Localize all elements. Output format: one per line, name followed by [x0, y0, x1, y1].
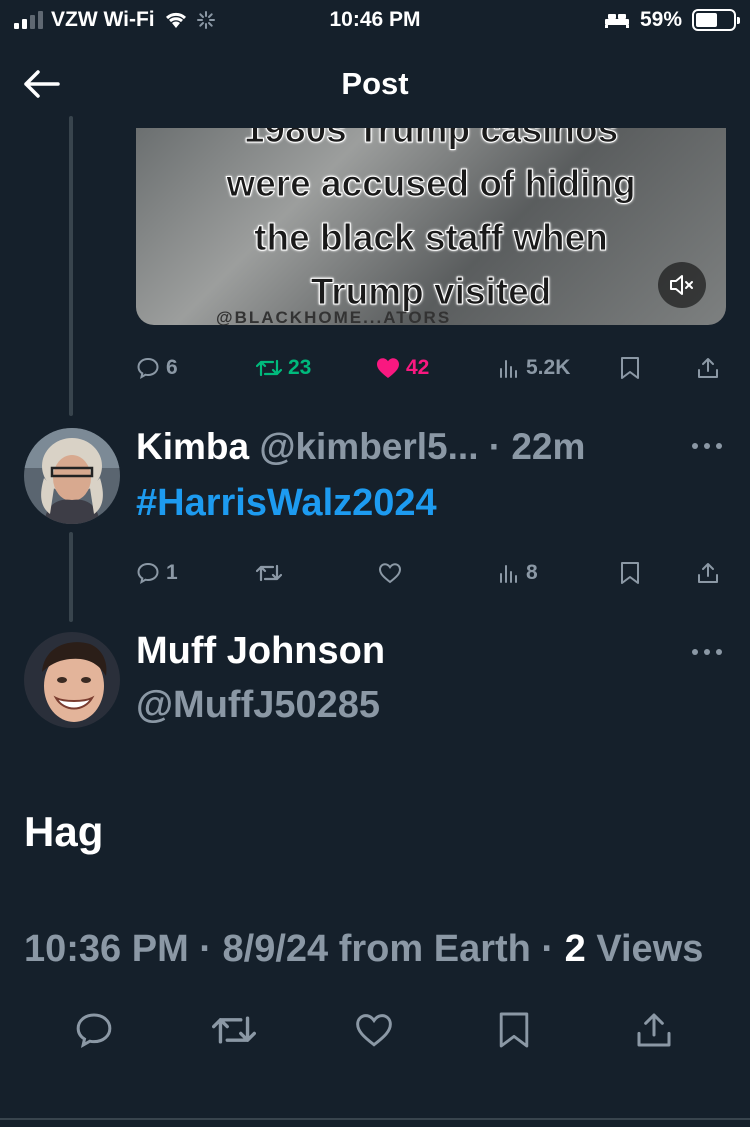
quoted-post-actions: 6 23 42 5.2K — [136, 348, 726, 388]
share-button[interactable] — [696, 356, 720, 380]
like-button[interactable] — [352, 1006, 396, 1054]
divider — [0, 1118, 750, 1120]
views-button[interactable]: 8 — [498, 561, 538, 585]
views-count: 2 — [564, 928, 586, 970]
top-nav: Post — [0, 50, 750, 116]
reply-count: 6 — [166, 356, 178, 379]
battery-percent: 59% — [639, 8, 682, 31]
page-title: Post — [341, 66, 409, 101]
reply-button[interactable]: 6 — [136, 356, 178, 380]
post-timestamp[interactable]: 10:36 PM · 8/9/24 from Earth · — [24, 928, 565, 970]
bookmark-button[interactable] — [492, 1006, 536, 1054]
like-count: 42 — [406, 356, 430, 379]
more-options-button[interactable] — [692, 440, 722, 452]
author-handle[interactable]: @MuffJ50285 — [136, 684, 380, 727]
share-icon — [698, 563, 718, 583]
avatar[interactable] — [24, 428, 120, 524]
author-handle[interactable]: @kimberl5... — [259, 426, 478, 467]
reply-icon — [137, 357, 159, 379]
media-watermark: @BLACKHOME...ATORS — [216, 308, 452, 325]
more-options-button[interactable] — [692, 646, 722, 658]
post-time[interactable]: · 22m — [489, 426, 586, 467]
bed-icon — [604, 14, 629, 28]
hashtag-link[interactable]: #HarrisWalz2024 — [136, 482, 437, 525]
author-name[interactable]: Muff Johnson — [136, 630, 385, 673]
heart-icon — [378, 563, 402, 584]
repost-button[interactable]: 23 — [256, 356, 311, 380]
repost-icon — [256, 564, 282, 582]
reply-count: 1 — [166, 561, 178, 584]
avatar-image — [24, 428, 120, 524]
thread-line — [69, 116, 73, 416]
heart-filled-icon — [377, 358, 399, 378]
views-label: Views — [596, 928, 704, 970]
share-button[interactable] — [696, 561, 720, 585]
repost-button[interactable] — [256, 562, 282, 584]
post-text: Hag — [24, 808, 104, 855]
views-chart-icon — [500, 360, 517, 378]
heart-icon — [356, 1014, 392, 1047]
main-post-actions — [0, 1006, 750, 1056]
bookmark-button[interactable] — [620, 356, 640, 380]
reply-icon — [137, 562, 159, 584]
bookmark-button[interactable] — [620, 561, 640, 585]
reply-button[interactable]: 1 — [136, 561, 178, 585]
speaker-muted-icon — [670, 275, 693, 295]
views-button[interactable]: 5.2K — [498, 356, 570, 380]
thread-line — [69, 532, 73, 622]
like-button[interactable]: 42 — [376, 356, 429, 380]
media-caption-line: the black staff when — [254, 217, 609, 259]
reply-button[interactable] — [72, 1006, 116, 1054]
status-bar: VZW Wi-Fi 10:46 PM 59% — [0, 0, 750, 40]
views-count: 5.2K — [526, 356, 571, 379]
media-caption-line: were accused of hiding — [226, 163, 636, 205]
post-metadata: 10:36 PM · 8/9/24 from Earth · 2 Views — [24, 922, 724, 976]
avatar-image — [24, 632, 120, 728]
status-right: 59% — [604, 8, 740, 32]
repost-button[interactable] — [212, 1006, 256, 1054]
repost-icon — [256, 359, 282, 377]
media-caption-line: 1980s Trump casinos — [243, 128, 619, 151]
share-icon — [698, 358, 718, 378]
avatar[interactable] — [24, 632, 120, 728]
share-button[interactable] — [632, 1006, 676, 1054]
video-media[interactable]: 1980s Trump casinos were accused of hidi… — [136, 128, 726, 325]
views-chart-icon — [500, 565, 517, 583]
reply-icon — [76, 1013, 112, 1048]
bookmark-icon — [621, 357, 639, 379]
reply-post-actions: 1 8 — [136, 553, 726, 593]
battery-icon — [692, 9, 740, 31]
repost-icon — [212, 1016, 256, 1044]
repost-count: 23 — [288, 356, 312, 379]
bookmark-icon — [499, 1012, 529, 1048]
reply-post-header: Kimba @kimberl5... · 22m — [136, 426, 585, 468]
share-icon — [637, 1013, 671, 1047]
views-count: 8 — [526, 561, 538, 584]
mute-button[interactable] — [658, 262, 706, 308]
like-button[interactable] — [378, 562, 402, 584]
author-name[interactable]: Kimba — [136, 426, 249, 467]
bookmark-icon — [621, 562, 639, 584]
